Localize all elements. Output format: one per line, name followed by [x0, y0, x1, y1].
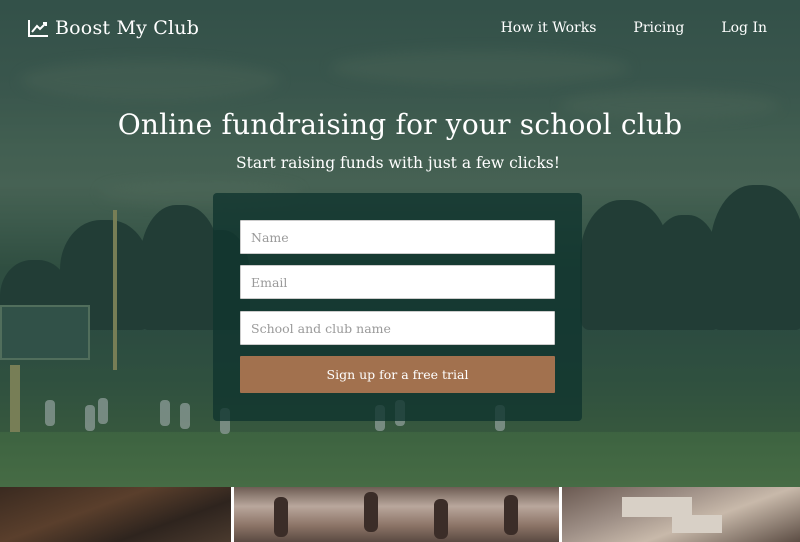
club-photo-3 — [562, 487, 800, 542]
hero-headline: Online fundraising for your school club — [117, 108, 683, 141]
photo-strip — [0, 487, 800, 542]
email-input[interactable] — [240, 265, 555, 299]
hero-subhead: Start raising funds with just a few clic… — [236, 154, 560, 172]
nav-link-how-it-works[interactable]: How it Works — [501, 20, 597, 36]
brand-name: Boost My Club — [55, 17, 200, 39]
signup-form: Sign up for a free trial — [213, 193, 582, 421]
line-chart-icon — [28, 20, 48, 37]
nav-links: How it Works Pricing Log In — [501, 20, 767, 36]
school-club-name-input[interactable] — [240, 311, 555, 345]
club-photo-2 — [233, 487, 560, 542]
nav-link-log-in[interactable]: Log In — [721, 20, 767, 36]
name-input[interactable] — [240, 220, 555, 254]
free-trial-signup-button[interactable]: Sign up for a free trial — [240, 356, 555, 393]
nav-link-pricing[interactable]: Pricing — [633, 20, 684, 36]
club-photo-1 — [0, 487, 231, 542]
brand-logo-link[interactable]: Boost My Club — [28, 17, 199, 39]
top-navbar: Boost My Club How it Works Pricing Log I… — [0, 0, 800, 56]
